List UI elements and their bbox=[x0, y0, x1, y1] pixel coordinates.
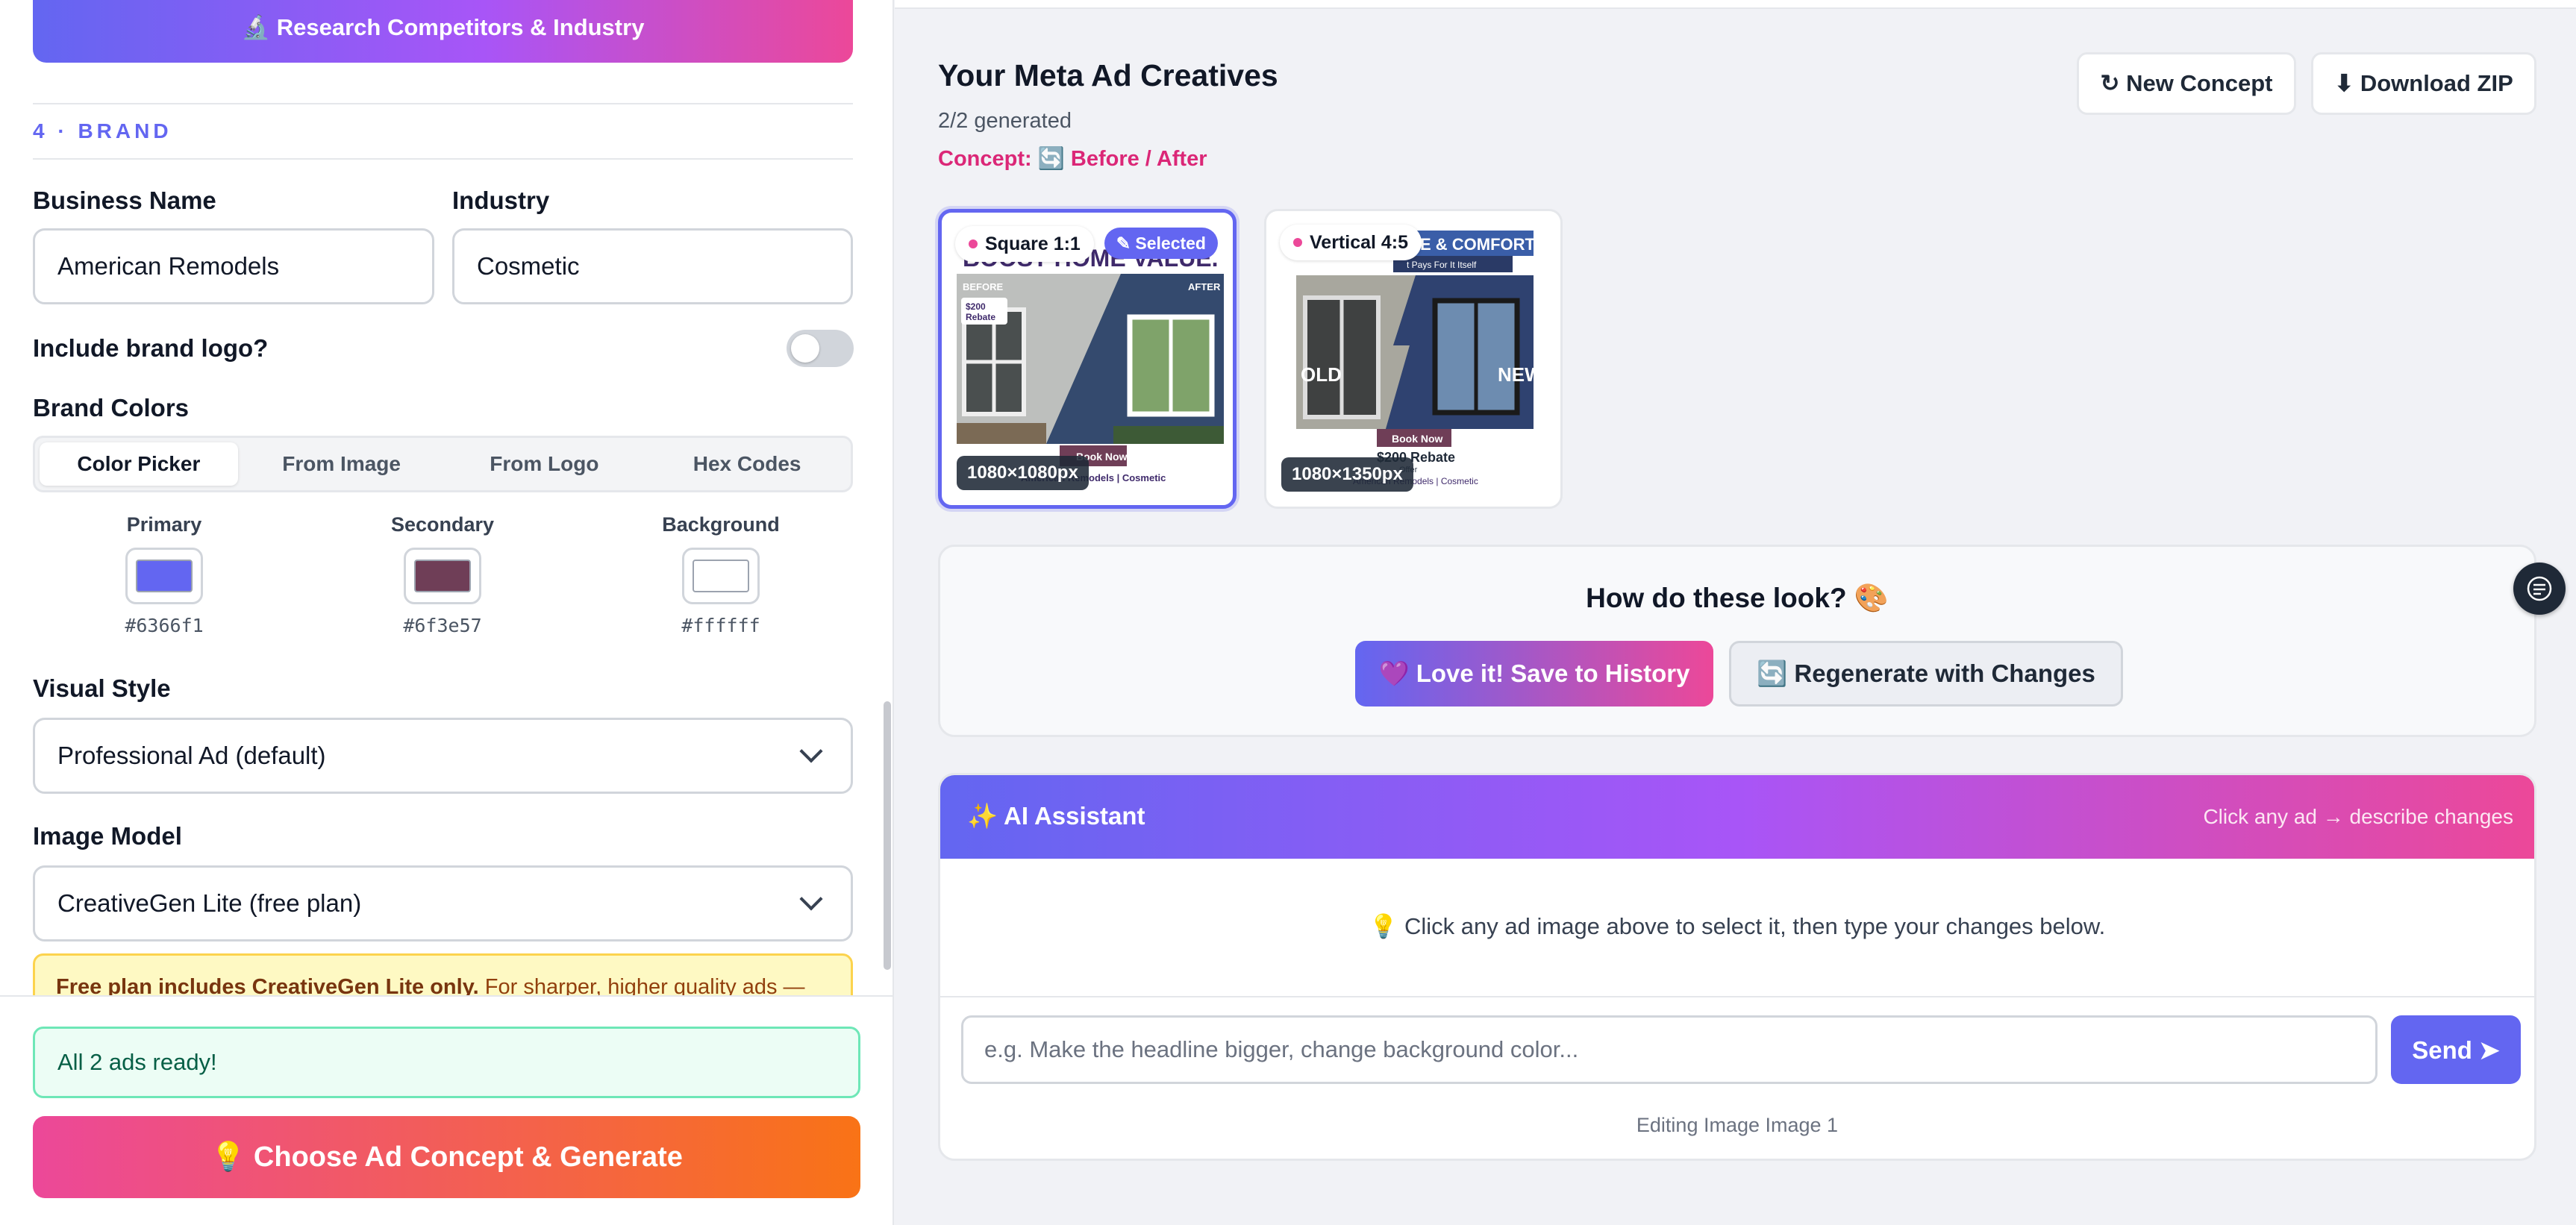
tab-hex-codes[interactable]: Hex Codes bbox=[648, 442, 846, 486]
brand-colors-label: Brand Colors bbox=[33, 394, 190, 422]
visual-style-value: Professional Ad (default) bbox=[57, 742, 326, 769]
chevron-down-icon bbox=[799, 739, 823, 763]
generated-count: 2/2 generated bbox=[938, 109, 1072, 133]
ad1-rebate: $200 bbox=[966, 301, 986, 312]
top-bar bbox=[895, 0, 2576, 9]
feedback-title: How do these look? 🎨 bbox=[1586, 583, 1889, 613]
secondary-color-hex: #6f3e57 bbox=[403, 615, 482, 636]
sliders-icon[interactable] bbox=[2513, 563, 2566, 615]
size-label-vertical: 1080×1350px bbox=[1281, 457, 1413, 492]
editing-status: Editing Image Image 1 bbox=[1636, 1114, 1839, 1136]
background-color-hex: #ffffff bbox=[681, 615, 760, 636]
concept-label: Concept: 🔄 Before / After bbox=[938, 147, 1207, 171]
ad2-subline: t Pays For It Itself bbox=[1407, 260, 1477, 270]
scrollbar[interactable] bbox=[884, 701, 891, 970]
tab-from-image[interactable]: From Image bbox=[243, 442, 441, 486]
image-model-value: CreativeGen Lite (free plan) bbox=[57, 889, 362, 917]
secondary-color-picker[interactable] bbox=[404, 548, 481, 604]
logo-toggle-label: Include brand logo? bbox=[33, 334, 269, 362]
logo-toggle[interactable] bbox=[787, 330, 854, 367]
ad2-headline: E & COMFORT bbox=[1420, 235, 1536, 254]
ai-assistant-panel: ✨ AI Assistant Click any ad → describe c… bbox=[938, 773, 2536, 1161]
tab-color-picker[interactable]: Color Picker bbox=[40, 442, 238, 486]
save-to-history-button[interactable]: 💜 Love it! Save to History bbox=[1355, 641, 1713, 707]
image-model-label: Image Model bbox=[33, 822, 182, 850]
background-color-label: Background bbox=[662, 513, 780, 536]
creative-card-square[interactable]: BOOST HOME VALUE. BEFORE AFTER $200 Reba… bbox=[938, 209, 1237, 509]
ai-assistant-tip: 💡 Click any ad image above to select it,… bbox=[1369, 913, 2106, 939]
size-label-square: 1080×1080px bbox=[957, 456, 1089, 490]
settings-scroll-area[interactable]: 🔬 Research Competitors & Industry 4 · BR… bbox=[0, 0, 892, 995]
secondary-color-label: Secondary bbox=[390, 513, 495, 536]
feedback-panel: How do these look? 🎨 💜 Love it! Save to … bbox=[938, 545, 2536, 737]
notice-text: For sharper, higher quality ads — bbox=[478, 975, 805, 995]
business-name-input[interactable]: American Remodels bbox=[33, 228, 434, 304]
download-zip-button[interactable]: ⬇ Download ZIP bbox=[2311, 52, 2536, 115]
free-plan-notice: Free plan includes CreativeGen Lite only… bbox=[33, 953, 853, 995]
divider bbox=[940, 996, 2534, 997]
ai-assistant-header: ✨ AI Assistant Click any ad → describe c… bbox=[940, 775, 2534, 859]
format-pill-square: Square 1:1 bbox=[955, 226, 1094, 262]
ad2-cta: Book Now bbox=[1392, 433, 1443, 445]
tab-from-logo[interactable]: From Logo bbox=[446, 442, 644, 486]
visual-style-label: Visual Style bbox=[33, 674, 171, 702]
main-area: Your Meta Ad Creatives 2/2 generated Con… bbox=[895, 0, 2576, 1225]
generate-button[interactable]: 💡 Choose Ad Concept & Generate bbox=[33, 1116, 860, 1198]
primary-color: Primary #6366f1 bbox=[90, 513, 239, 636]
status-ready-banner: All 2 ads ready! bbox=[33, 1027, 860, 1098]
ai-assistant-hint: Click any ad → describe changes bbox=[2203, 805, 2513, 828]
industry-input[interactable]: Cosmetic bbox=[452, 228, 853, 304]
industry-label: Industry bbox=[452, 187, 550, 214]
background-color-picker[interactable] bbox=[682, 548, 760, 604]
ad1-after-label: AFTER bbox=[1188, 281, 1221, 292]
send-button[interactable]: Send ➤ bbox=[2391, 1015, 2521, 1084]
selected-badge: ✎ Selected bbox=[1104, 228, 1218, 259]
chat-input[interactable] bbox=[961, 1015, 2378, 1084]
format-pill-vertical: Vertical 4:5 bbox=[1280, 225, 1422, 260]
business-name-label: Business Name bbox=[33, 187, 216, 214]
primary-color-hex: #6366f1 bbox=[125, 615, 204, 636]
section-title-brand: 4 · BRAND bbox=[33, 103, 853, 160]
ad-image-square[interactable]: BOOST HOME VALUE. BEFORE AFTER $200 Reba… bbox=[957, 228, 1224, 489]
ad2-old-label: OLD bbox=[1301, 363, 1342, 386]
new-concept-button[interactable]: ↻ New Concept bbox=[2077, 52, 2296, 115]
research-competitors-button[interactable]: 🔬 Research Competitors & Industry bbox=[33, 0, 853, 63]
ad2-new-label: NEW bbox=[1498, 363, 1543, 386]
settings-footer: All 2 ads ready! 💡 Choose Ad Concept & G… bbox=[0, 995, 892, 1225]
ad-image-vertical[interactable]: E & COMFORT t Pays For It Itself OLD NEW… bbox=[1281, 226, 1548, 487]
creative-card-vertical[interactable]: E & COMFORT t Pays For It Itself OLD NEW… bbox=[1264, 209, 1563, 509]
notice-bold: Free plan includes CreativeGen Lite only… bbox=[56, 975, 479, 995]
image-model-select[interactable]: CreativeGen Lite (free plan) bbox=[33, 865, 853, 942]
regenerate-button[interactable]: 🔄 Regenerate with Changes bbox=[1729, 641, 2123, 707]
color-source-tabs: Color Picker From Image From Logo Hex Co… bbox=[33, 436, 853, 492]
ad1-before-label: BEFORE bbox=[963, 281, 1004, 292]
primary-color-label: Primary bbox=[126, 513, 202, 536]
ad-image-square-art: BOOST HOME VALUE. BEFORE AFTER $200 Reba… bbox=[957, 228, 1224, 489]
ad-image-vertical-art: E & COMFORT t Pays For It Itself OLD NEW… bbox=[1281, 226, 1548, 487]
svg-text:Rebate: Rebate bbox=[966, 312, 995, 322]
sliders-icon-glyph bbox=[2527, 576, 2552, 601]
background-color: Background #ffffff bbox=[646, 513, 795, 636]
primary-color-picker[interactable] bbox=[125, 548, 203, 604]
ai-assistant-title: ✨ AI Assistant bbox=[967, 802, 1145, 830]
visual-style-select[interactable]: Professional Ad (default) bbox=[33, 718, 853, 794]
secondary-color: Secondary #6f3e57 bbox=[368, 513, 517, 636]
page-title: Your Meta Ad Creatives bbox=[938, 58, 1278, 93]
chevron-down-icon bbox=[799, 887, 823, 911]
settings-panel: 🔬 Research Competitors & Industry 4 · BR… bbox=[0, 0, 894, 1225]
